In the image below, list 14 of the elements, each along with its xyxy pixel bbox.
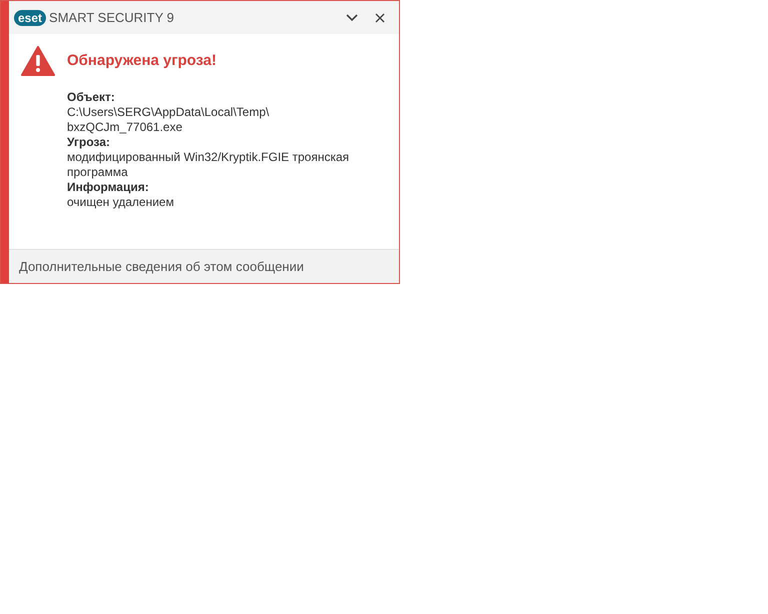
logo: eset — [14, 10, 46, 26]
field-value: программа — [67, 165, 128, 180]
field-label: Информация: — [67, 180, 149, 195]
field-value: C:\Users\SERG\AppData\Local\Temp\ — [67, 105, 270, 120]
chevron-down-icon — [346, 14, 358, 22]
field-value: модифицированный Win32/Kryptik.FGIE троянская — [67, 150, 350, 165]
field-value: bxzQCJm_77061.exe — [67, 120, 182, 135]
field-label: Объект: — [67, 90, 115, 105]
warning-icon — [21, 46, 55, 76]
window-title: SMART SECURITY 9 — [49, 8, 174, 27]
field-label: Угроза: — [67, 135, 110, 150]
field-value: очищен удалением — [67, 195, 174, 210]
close-icon — [375, 12, 385, 22]
alert-heading: Обнаружена угроза! — [67, 50, 216, 71]
